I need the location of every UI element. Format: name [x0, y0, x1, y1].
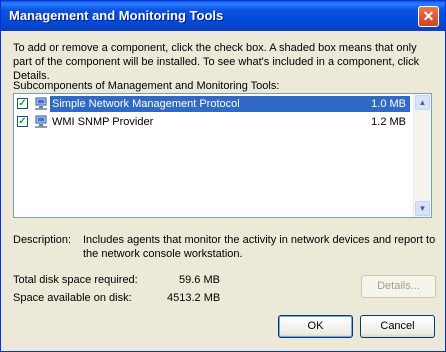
close-button[interactable]: ✕ — [418, 6, 439, 27]
subcomponents-list[interactable]: ✓ Simple Network Management Protocol 1.0… — [13, 93, 432, 218]
component-size: 1.0 MB — [371, 98, 406, 110]
disk-required-label: Total disk space required: — [13, 274, 138, 286]
description-label: Description: — [13, 234, 72, 246]
cancel-button[interactable]: Cancel — [360, 315, 435, 338]
checkbox-snmp[interactable]: ✓ — [17, 98, 28, 109]
description-line-1: Includes agents that monitor the activit… — [83, 234, 436, 246]
ok-button[interactable]: OK — [278, 315, 353, 338]
list-item-wmi-snmp[interactable]: ✓ WMI SNMP Provider 1.2 MB — [14, 114, 414, 131]
network-computer-icon — [35, 97, 47, 110]
component-name: Simple Network Management Protocol 1.0 M… — [50, 96, 410, 112]
title-bar[interactable]: Management and Monitoring Tools ✕ — [1, 1, 445, 31]
window-title: Management and Monitoring Tools — [9, 8, 224, 23]
details-button[interactable]: Details... — [361, 275, 436, 298]
disk-available-label: Space available on disk: — [13, 292, 132, 304]
disk-required-value: 59.6 MB — [179, 274, 220, 286]
component-size: 1.2 MB — [371, 116, 406, 128]
component-name: WMI SNMP Provider 1.2 MB — [52, 116, 406, 128]
list-scrollbar[interactable]: ▲ ▼ — [413, 94, 431, 217]
scroll-down-icon[interactable]: ▼ — [415, 201, 430, 216]
dialog-window: Management and Monitoring Tools ✕ To add… — [0, 0, 446, 352]
scroll-up-icon[interactable]: ▲ — [415, 95, 430, 110]
description-line-2: the network console workstation. — [83, 248, 243, 260]
checkbox-wmi-snmp[interactable]: ✓ — [17, 116, 28, 127]
subcomponents-label: Subcomponents of Management and Monitori… — [13, 80, 280, 92]
network-computer-icon — [35, 115, 47, 128]
instructions-text: To add or remove a component, click the … — [13, 42, 420, 82]
disk-available-value: 4513.2 MB — [167, 292, 221, 304]
list-item-snmp[interactable]: ✓ Simple Network Management Protocol 1.0… — [14, 96, 414, 113]
